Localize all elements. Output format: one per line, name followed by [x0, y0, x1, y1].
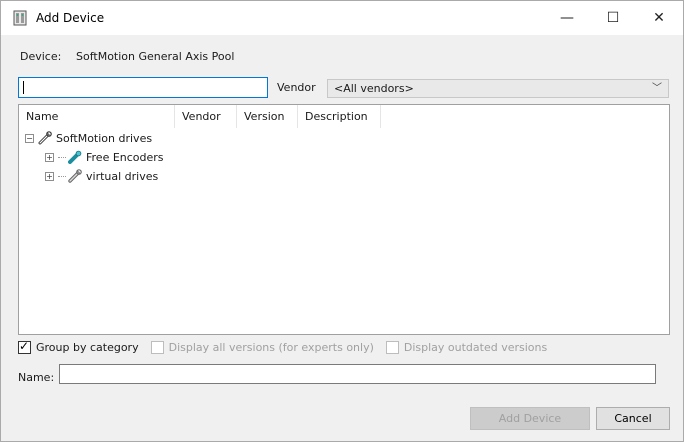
column-header-vendor[interactable]: Vendor: [175, 105, 237, 128]
app-icon: [13, 10, 27, 26]
device-value: SoftMotion General Axis Pool: [76, 50, 235, 63]
display-outdated-option: Display outdated versions: [385, 340, 548, 354]
search-input[interactable]: [18, 77, 268, 98]
tree-connector: [58, 156, 66, 158]
vendor-selected-value: <All vendors>: [334, 82, 414, 95]
display-all-versions-option: Display all versions (for experts only): [150, 340, 374, 354]
name-label: Name:: [18, 371, 55, 384]
collapse-icon[interactable]: −: [25, 133, 34, 143]
group-by-category-checkbox[interactable]: ✓: [18, 338, 31, 354]
tree-node-free-encoders[interactable]: + Free Encoders: [45, 148, 164, 166]
close-button[interactable]: ✕: [636, 1, 682, 35]
tree-node-label: SoftMotion drives: [56, 131, 153, 145]
chevron-down-icon[interactable]: ﹀: [652, 80, 662, 97]
cancel-button[interactable]: Cancel: [596, 407, 670, 430]
column-header-version[interactable]: Version: [237, 105, 298, 128]
display-outdated-label: Display outdated versions: [403, 340, 548, 354]
add-device-dialog: Add Device — ☐ ✕ Device: SoftMotion Gener…: [0, 0, 684, 442]
window-title: Add Device: [36, 11, 105, 25]
group-by-category-label: Group by category: [36, 340, 139, 354]
expand-icon[interactable]: +: [45, 171, 54, 181]
minimize-button[interactable]: —: [544, 1, 590, 35]
display-outdated-checkbox: [385, 340, 399, 354]
column-header-name[interactable]: Name: [19, 105, 175, 128]
group-by-category-option[interactable]: ✓ Group by category: [18, 338, 139, 354]
name-field[interactable]: [59, 364, 656, 384]
expand-icon[interactable]: +: [45, 152, 54, 162]
tree-node-label: Free Encoders: [86, 150, 164, 164]
column-header-description[interactable]: Description: [298, 105, 381, 128]
text-caret: [23, 81, 24, 94]
tree-connector: [58, 175, 66, 177]
device-tree[interactable]: Name Vendor Version Description − SoftMo…: [18, 104, 670, 335]
device-info: Device: SoftMotion General Axis Pool: [20, 50, 234, 63]
encoder-icon: [68, 150, 82, 164]
vendor-dropdown[interactable]: <All vendors> ﹀: [327, 79, 669, 98]
tree-node-virtual-drives[interactable]: + virtual drives: [45, 167, 158, 185]
checkmark-icon: ✓: [19, 338, 30, 353]
tree-node-softmotion-drives[interactable]: − SoftMotion drives: [25, 129, 152, 147]
tree-node-label: virtual drives: [86, 169, 159, 183]
filter-options: ✓ Group by category Display all versions…: [18, 338, 559, 354]
display-all-versions-label: Display all versions (for experts only): [168, 340, 374, 354]
title-bar: Add Device — ☐ ✕: [1, 1, 683, 35]
wrench-icon: [68, 169, 82, 183]
display-all-versions-checkbox: [150, 340, 164, 354]
maximize-button[interactable]: ☐: [590, 1, 636, 35]
device-label: Device:: [20, 50, 62, 63]
add-device-button[interactable]: Add Device: [470, 407, 590, 430]
wrench-icon: [38, 131, 52, 145]
vendor-label: Vendor: [277, 81, 316, 94]
